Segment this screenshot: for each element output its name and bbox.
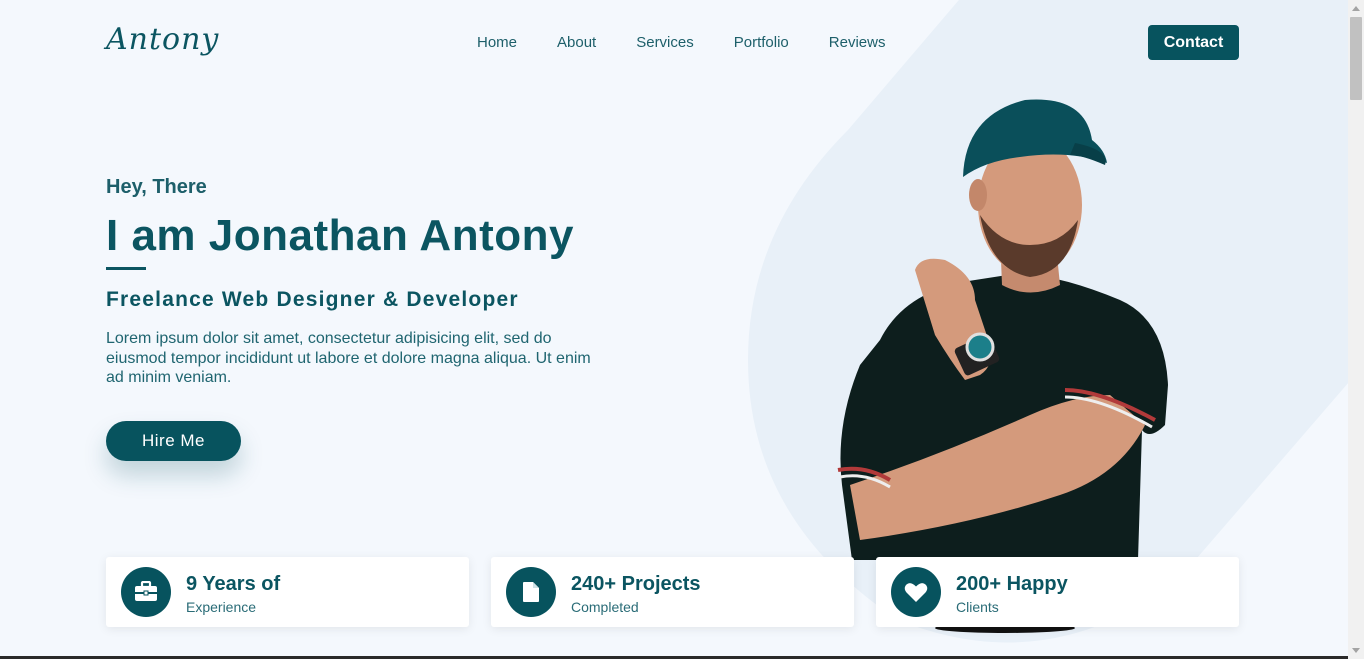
stat-projects: 240+ Projects Completed xyxy=(491,557,854,627)
scroll-down-arrow-icon[interactable] xyxy=(1352,648,1360,653)
hero-role: Freelance Web Designer & Developer xyxy=(106,288,519,311)
main-nav: Home About Services Portfolio Reviews xyxy=(477,34,885,51)
stat-clients: 200+ Happy Clients xyxy=(876,557,1239,627)
portrait-image xyxy=(837,99,1168,633)
hero-description: Lorem ipsum dolor sit amet, consectetur … xyxy=(106,330,591,386)
stat-title: 200+ Happy xyxy=(956,573,1068,595)
nav-services[interactable]: Services xyxy=(636,34,694,51)
document-icon xyxy=(506,567,556,617)
stat-title: 240+ Projects xyxy=(571,573,701,595)
nav-portfolio[interactable]: Portfolio xyxy=(734,34,789,51)
hire-me-button[interactable]: Hire Me xyxy=(106,421,241,461)
stat-subtitle: Experience xyxy=(186,599,257,615)
stat-experience: 9 Years of Experience xyxy=(106,557,469,627)
stat-subtitle: Clients xyxy=(956,599,999,615)
heart-icon xyxy=(891,567,941,617)
vertical-scrollbar[interactable] xyxy=(1348,0,1364,659)
hero-greeting: Hey, There xyxy=(106,176,207,198)
page: Antony Home About Services Portfolio Rev… xyxy=(0,0,1348,659)
logo[interactable]: Antony xyxy=(106,22,219,57)
title-underline xyxy=(106,267,146,270)
scroll-up-arrow-icon[interactable] xyxy=(1352,6,1360,11)
contact-button[interactable]: Contact xyxy=(1148,25,1239,60)
briefcase-icon xyxy=(121,567,171,617)
scroll-thumb[interactable] xyxy=(1350,17,1362,100)
nav-reviews[interactable]: Reviews xyxy=(829,34,886,51)
stat-subtitle: Completed xyxy=(571,599,639,615)
hero-name: I am Jonathan Antony xyxy=(106,211,574,260)
nav-home[interactable]: Home xyxy=(477,34,517,51)
stat-title: 9 Years of xyxy=(186,573,281,595)
nav-about[interactable]: About xyxy=(557,34,596,51)
